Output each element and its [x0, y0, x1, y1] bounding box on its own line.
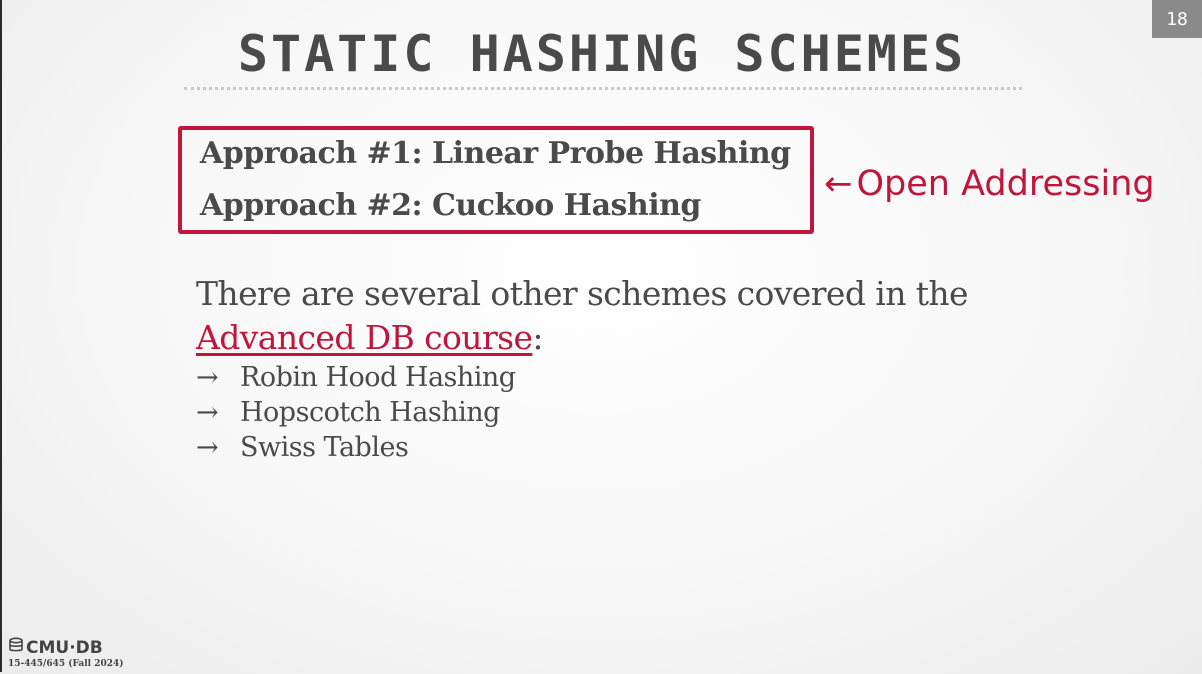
database-icon — [8, 637, 24, 658]
body-text-after: : — [532, 318, 543, 357]
open-addressing-box: Approach #1: Linear Probe Hashing Approa… — [178, 126, 814, 234]
list-item: → Swiss Tables — [196, 430, 516, 465]
cmu-db-logo: CMU·DB — [8, 637, 103, 658]
scheme-list: → Robin Hood Hashing → Hopscotch Hashing… — [196, 360, 516, 465]
left-arrow-icon: ← — [824, 164, 853, 204]
advanced-db-course-link[interactable]: Advanced DB course — [196, 318, 533, 357]
right-arrow-icon: → — [196, 362, 219, 393]
course-label: 15-445/645 (Fall 2024) — [8, 659, 124, 669]
slide-title: STATIC HASHING SCHEMES — [237, 25, 967, 83]
body-paragraph: There are several other schemes covered … — [196, 272, 1096, 360]
annotation-label: Open Addressing — [856, 164, 1155, 204]
list-item-label: Swiss Tables — [240, 432, 409, 463]
list-item-label: Robin Hood Hashing — [240, 362, 516, 393]
approach-linear-probe: Approach #1: Linear Probe Hashing — [200, 136, 791, 171]
page-number: 18 — [1152, 0, 1202, 38]
open-addressing-annotation: ← Open Addressing — [824, 164, 1155, 204]
slide: 18 STATIC HASHING SCHEMES Approach #1: L… — [0, 0, 1202, 672]
title-divider — [184, 87, 1022, 90]
list-item: → Hopscotch Hashing — [196, 395, 516, 430]
approach-cuckoo: Approach #2: Cuckoo Hashing — [200, 188, 701, 223]
logo-text: CMU·DB — [26, 637, 103, 658]
list-item-label: Hopscotch Hashing — [240, 397, 500, 428]
list-item: → Robin Hood Hashing — [196, 360, 516, 395]
right-arrow-icon: → — [196, 397, 219, 428]
right-arrow-icon: → — [196, 432, 219, 463]
body-text-before: There are several other schemes covered … — [196, 274, 969, 313]
